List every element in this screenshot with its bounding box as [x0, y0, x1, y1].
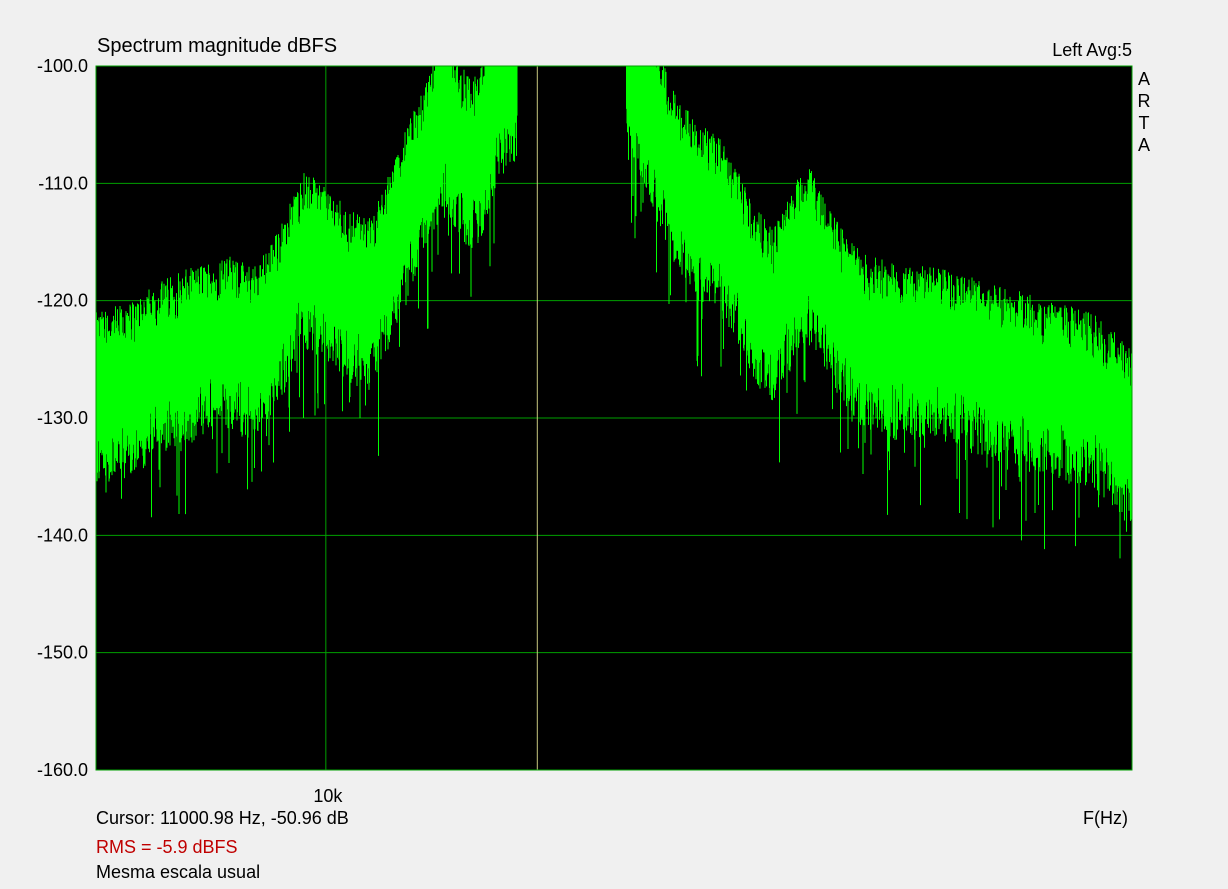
- y-axis-ticks: -100.0 -110.0 -120.0 -130.0 -140.0 -150.0 -160…: [37, 56, 88, 780]
- x-axis-ticks: 10k: [313, 786, 343, 806]
- x-tick-label: 10k: [313, 786, 343, 806]
- y-tick-label: -160.0: [37, 760, 88, 780]
- y-tick-label: -130.0: [37, 408, 88, 428]
- spectrum-chart[interactable]: -100.0 -110.0 -120.0 -130.0 -140.0 -150.0 -160…: [0, 0, 1228, 889]
- rms-readout: RMS = -5.9 dBFS: [96, 837, 238, 857]
- y-tick-label: -110.0: [38, 173, 88, 193]
- y-tick-label: -140.0: [37, 525, 88, 545]
- cursor-readout: Cursor: 11000.98 Hz, -50.96 dB: [96, 808, 349, 828]
- y-tick-label: -150.0: [37, 643, 88, 663]
- y-tick-label: -100.0: [37, 56, 88, 76]
- note-text: Mesma escala usual: [96, 862, 261, 882]
- y-tick-label: -120.0: [37, 291, 88, 311]
- x-axis-label: F(Hz): [1083, 808, 1128, 828]
